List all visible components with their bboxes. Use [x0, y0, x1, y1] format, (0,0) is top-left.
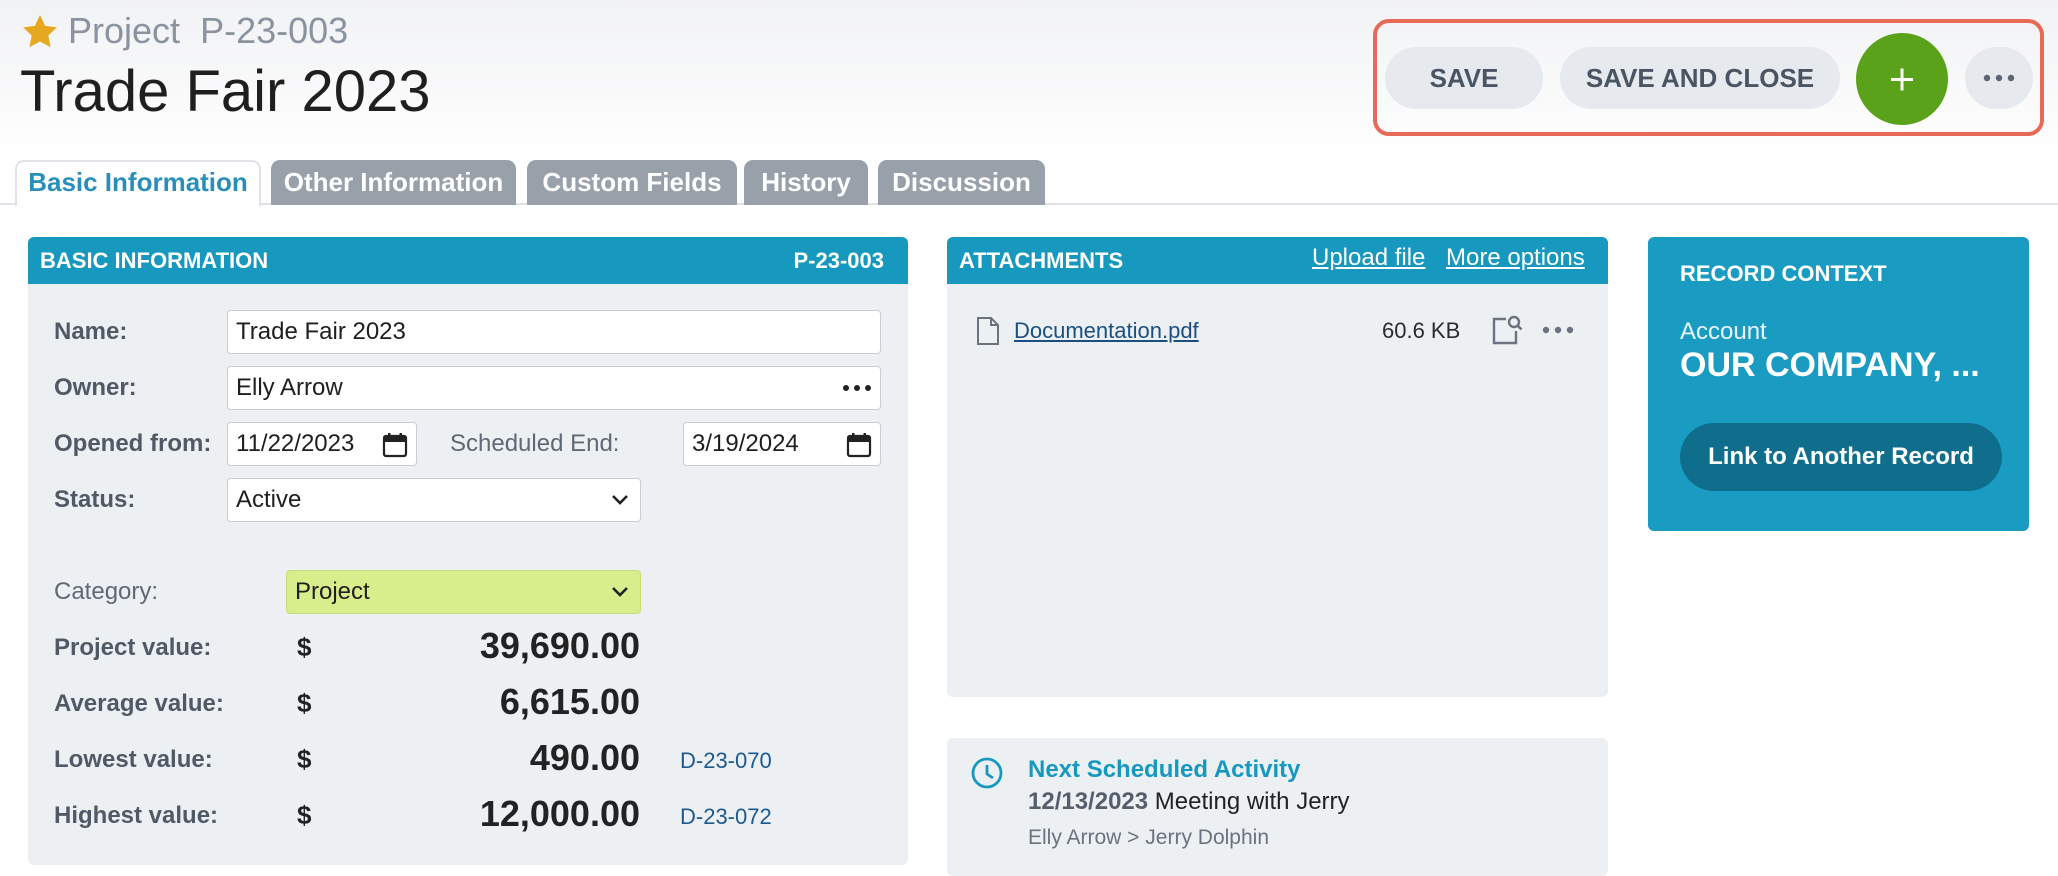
- next-activity-details: 12/13/2023 Meeting with Jerry: [1028, 788, 1350, 816]
- preview-icon[interactable]: [1490, 313, 1524, 347]
- currency-symbol: $: [297, 744, 312, 774]
- status-select[interactable]: Active: [227, 478, 641, 522]
- opened-from-label: Opened from:: [54, 430, 212, 457]
- clock-icon: [971, 757, 1003, 789]
- account-value-link[interactable]: OUR COMPANY, ...: [1680, 346, 1980, 385]
- highest-value-reference-link[interactable]: D-23-072: [680, 804, 772, 830]
- calendar-icon[interactable]: [382, 432, 408, 458]
- link-to-another-record-button[interactable]: Link to Another Record: [1680, 423, 2002, 491]
- highest-value-label: Highest value:: [54, 802, 219, 829]
- attachments-header: ATTACHMENTS Upload file More options: [947, 237, 1608, 284]
- attachments-panel: ATTACHMENTS Upload file More options: [947, 237, 1608, 697]
- category-label: Category:: [54, 578, 159, 605]
- file-icon: [977, 317, 999, 345]
- owner-field[interactable]: Elly Arrow: [227, 366, 881, 410]
- status-value: Active: [236, 486, 302, 513]
- calendar-icon[interactable]: [846, 432, 872, 458]
- opened-from-date-input[interactable]: 11/22/2023: [227, 422, 417, 466]
- currency-symbol: $: [297, 632, 312, 662]
- plus-icon: [1891, 68, 1913, 91]
- currency-symbol: $: [297, 800, 312, 830]
- record-id: P-23-003: [200, 10, 349, 51]
- activity-subject: Meeting with Jerry: [1154, 788, 1350, 815]
- chevron-down-icon: [612, 587, 628, 597]
- ellipsis-icon: [1983, 74, 2015, 82]
- panel-title: BASIC INFORMATION: [40, 248, 269, 273]
- more-options-link[interactable]: More options: [1446, 234, 1585, 281]
- project-value-amount: 39,690.00: [479, 625, 640, 666]
- record-type: Project: [68, 10, 181, 51]
- add-button[interactable]: [1856, 33, 1948, 125]
- tab-discussion[interactable]: Discussion: [878, 160, 1045, 205]
- average-value-label: Average value:: [54, 690, 224, 717]
- currency-symbol: $: [297, 688, 312, 718]
- owner-label: Owner:: [54, 374, 137, 401]
- tab-basic-information[interactable]: Basic Information: [15, 160, 261, 207]
- lowest-value-amount: 490.00: [529, 737, 640, 778]
- category-value: Project: [295, 578, 370, 605]
- account-label: Account: [1680, 318, 1767, 345]
- save-and-close-button[interactable]: SAVE AND CLOSE: [1560, 47, 1840, 109]
- status-label: Status:: [54, 486, 136, 513]
- tab-other-information[interactable]: Other Information: [271, 160, 516, 205]
- page-title: Trade Fair 2023: [20, 59, 431, 124]
- activity-date: 12/13/2023: [1028, 788, 1149, 815]
- project-value-label: Project value:: [54, 634, 212, 661]
- record-context-title: RECORD CONTEXT: [1680, 261, 1887, 286]
- upload-file-link[interactable]: Upload file: [1312, 234, 1425, 281]
- attachment-file-size: 60.6 KB: [1382, 318, 1461, 343]
- average-value-amount: 6,615.00: [499, 681, 640, 722]
- next-activity-title[interactable]: Next Scheduled Activity: [1028, 756, 1301, 784]
- lowest-value-reference-link[interactable]: D-23-070: [680, 748, 772, 774]
- panel-record-id: P-23-003: [793, 248, 884, 273]
- scheduled-end-date-input[interactable]: 3/19/2024: [683, 422, 881, 466]
- lowest-value-label: Lowest value:: [54, 746, 213, 773]
- file-more-icon[interactable]: [1540, 320, 1576, 340]
- more-actions-button[interactable]: [1965, 47, 2033, 109]
- attachment-file-link[interactable]: Documentation.pdf: [1014, 318, 1199, 344]
- activity-people: Elly Arrow > Jerry Dolphin: [1028, 826, 1269, 849]
- name-field[interactable]: Trade Fair 2023: [227, 310, 881, 354]
- owner-value: Elly Arrow: [236, 374, 343, 401]
- name-label: Name:: [54, 318, 128, 345]
- highest-value-amount: 12,000.00: [479, 793, 640, 834]
- chevron-down-icon: [612, 495, 628, 505]
- tab-custom-fields[interactable]: Custom Fields: [527, 160, 737, 205]
- owner-lookup-icon[interactable]: [840, 378, 874, 398]
- star-icon[interactable]: [20, 12, 60, 52]
- scheduled-end-label: Scheduled End:: [450, 430, 620, 457]
- tab-history[interactable]: History: [744, 160, 868, 205]
- record-type-label: Project P-23-003: [68, 10, 348, 52]
- save-button[interactable]: SAVE: [1385, 47, 1543, 109]
- panel-title: ATTACHMENTS: [959, 248, 1124, 273]
- basic-information-header: BASIC INFORMATION P-23-003: [28, 237, 908, 284]
- category-select[interactable]: Project: [286, 570, 641, 614]
- scheduled-end-value: 3/19/2024: [692, 430, 799, 457]
- opened-from-value: 11/22/2023: [236, 430, 355, 457]
